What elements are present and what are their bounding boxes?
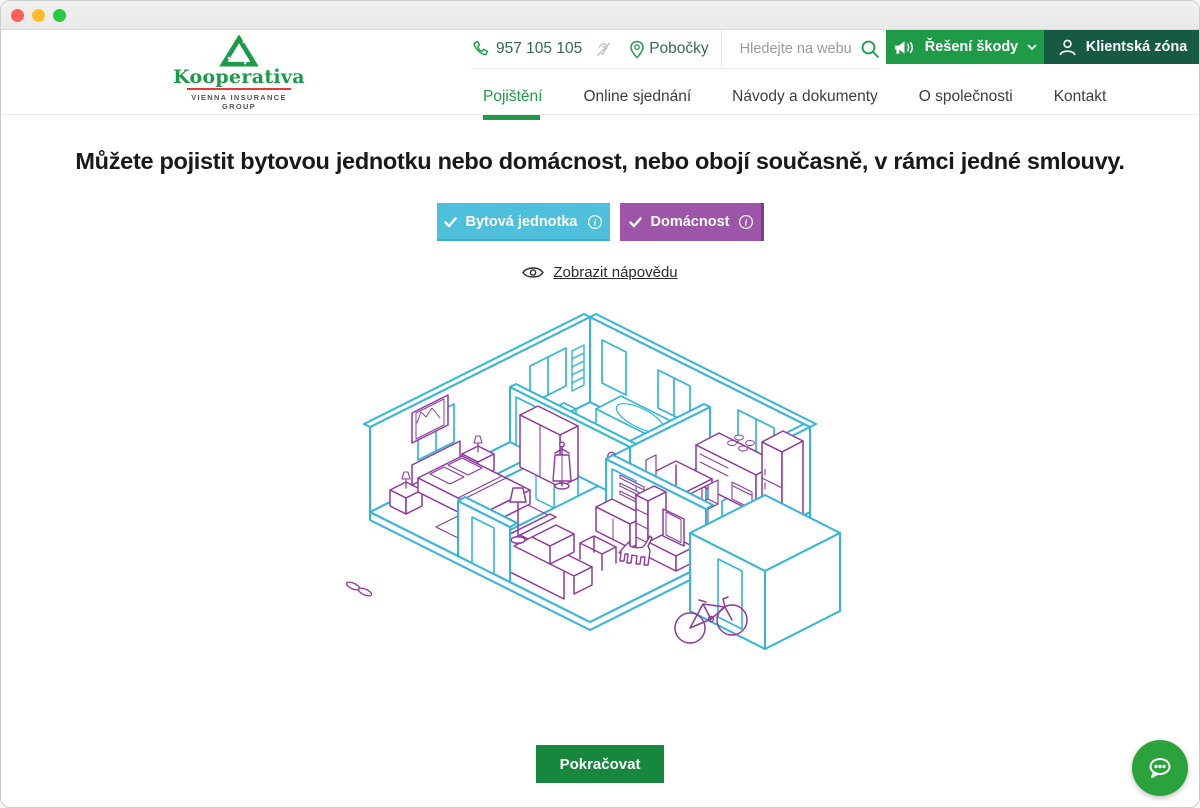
toggle-domacnost[interactable]: Domácnost i bbox=[620, 203, 764, 241]
chevron-down-icon bbox=[1027, 44, 1037, 51]
branches-link[interactable]: Pobočky bbox=[649, 40, 708, 58]
chat-button[interactable] bbox=[1132, 740, 1188, 796]
shoes-icon bbox=[345, 581, 372, 598]
nav-item-o-spolecnosti[interactable]: O společnosti bbox=[919, 88, 1013, 106]
info-icon[interactable]: i bbox=[587, 214, 603, 230]
continue-row: Pokračovat bbox=[1, 745, 1199, 783]
kooperativa-logo-mark bbox=[219, 35, 259, 67]
svg-text:i: i bbox=[745, 218, 748, 228]
continue-button[interactable]: Pokračovat bbox=[536, 745, 665, 783]
logo-red-rule bbox=[187, 88, 291, 90]
chat-icon bbox=[1143, 751, 1177, 785]
kooperativa-logo[interactable]: Kooperativa VIENNA INSURANCE GROUP bbox=[173, 35, 305, 111]
site-header: Kooperativa VIENNA INSURANCE GROUP 957 1… bbox=[1, 30, 1199, 115]
search-button[interactable] bbox=[860, 39, 880, 59]
info-icon[interactable]: i bbox=[738, 214, 754, 230]
checkmark-icon bbox=[444, 217, 457, 228]
header-utility-bar: 957 105 105 Pobočky bbox=[471, 30, 881, 69]
svg-text:i: i bbox=[593, 218, 596, 228]
insurance-type-toggles: Bytová jednotka i Domácnost i bbox=[1, 203, 1199, 241]
utility-divider bbox=[721, 30, 722, 68]
client-zone-label: Klientská zóna bbox=[1086, 39, 1188, 55]
toggle-bytova-jednotka[interactable]: Bytová jednotka i bbox=[437, 203, 610, 241]
page-title: Můžete pojistit bytovou jednotku nebo do… bbox=[21, 148, 1179, 175]
toggle-label: Bytová jednotka bbox=[466, 214, 578, 230]
logo-subtitle: VIENNA INSURANCE GROUP bbox=[173, 93, 305, 111]
damage-claims-button[interactable]: Řešení škody bbox=[886, 30, 1044, 64]
client-zone-button[interactable]: Klientská zóna bbox=[1044, 30, 1200, 64]
towel-rail bbox=[572, 345, 584, 391]
eye-icon bbox=[522, 265, 544, 280]
window-close-button[interactable] bbox=[11, 9, 24, 22]
help-row: Zobrazit nápovědu bbox=[1, 264, 1199, 285]
megaphone-icon bbox=[893, 39, 916, 56]
nav-item-online-sjednani[interactable]: Online sjednání bbox=[583, 88, 691, 106]
main-content: Můžete pojistit bytovou jednotku nebo do… bbox=[1, 148, 1199, 783]
location-pin-icon bbox=[629, 40, 645, 59]
browser-window: Kooperativa VIENNA INSURANCE GROUP 957 1… bbox=[0, 0, 1200, 808]
apartment-isometric-illustration bbox=[1, 297, 1199, 657]
hearing-impaired-icon bbox=[594, 40, 613, 59]
window-titlebar bbox=[1, 1, 1199, 30]
main-navigation: Pojištění Online sjednání Návody a dokum… bbox=[483, 88, 1106, 106]
user-icon bbox=[1058, 38, 1077, 57]
window-zoom-button[interactable] bbox=[53, 9, 66, 22]
checkmark-icon bbox=[629, 217, 642, 228]
nav-item-navody-a-dokumenty[interactable]: Návody a dokumenty bbox=[732, 88, 878, 106]
toggle-label: Domácnost bbox=[651, 214, 730, 230]
nav-item-pojisteni[interactable]: Pojištění bbox=[483, 88, 542, 106]
search-icon bbox=[860, 39, 880, 59]
show-help-link[interactable]: Zobrazit nápovědu bbox=[522, 264, 677, 281]
phone-number-link[interactable]: 957 105 105 bbox=[496, 40, 582, 58]
logo-wordmark: Kooperativa bbox=[173, 67, 305, 87]
nav-item-kontakt[interactable]: Kontakt bbox=[1054, 88, 1107, 106]
show-help-label: Zobrazit nápovědu bbox=[553, 264, 677, 281]
search-input[interactable] bbox=[738, 40, 854, 58]
damage-claims-label: Řešení škody bbox=[925, 39, 1019, 55]
phone-icon bbox=[471, 40, 490, 59]
window-minimize-button[interactable] bbox=[32, 9, 45, 22]
